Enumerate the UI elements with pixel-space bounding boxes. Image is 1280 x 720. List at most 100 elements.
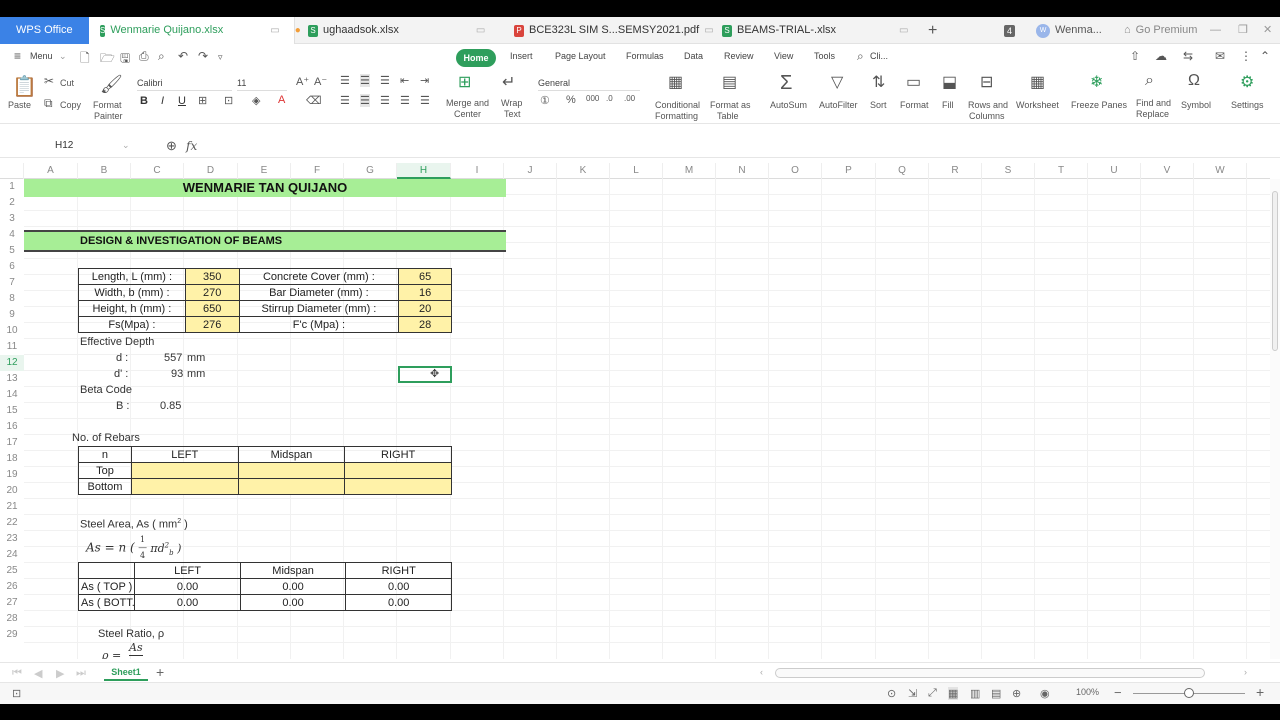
wrap-label-2[interactable]: Text	[504, 109, 521, 120]
page-layout-view-icon[interactable]: ▥	[970, 687, 980, 700]
increase-font-icon[interactable]: A⁺	[296, 75, 309, 88]
column-header[interactable]: L	[610, 163, 663, 179]
rows-columns-label-2[interactable]: Columns	[969, 111, 1005, 122]
collapse-ribbon-icon[interactable]: ⌃	[1260, 49, 1270, 63]
find-replace-label-1[interactable]: Find and	[1136, 98, 1171, 109]
search-box[interactable]: Cli...	[870, 51, 888, 61]
search-icon[interactable]: ⌕	[857, 49, 864, 64]
param-value-cell[interactable]: 28	[398, 316, 452, 333]
row-header[interactable]: 15	[0, 403, 24, 419]
row-header[interactable]: 1	[0, 179, 24, 195]
clipboard-icon[interactable]: 📋	[12, 74, 37, 99]
freeze-panes-icon[interactable]: ❄	[1090, 72, 1103, 92]
menu-button[interactable]: Menu	[30, 51, 53, 61]
formula-input[interactable]	[206, 136, 1266, 158]
as-value-cell[interactable]: 0.00	[134, 578, 241, 595]
row-header[interactable]: 18	[0, 451, 24, 467]
page-break-view-icon[interactable]: ▤	[991, 687, 1001, 700]
settings-icon[interactable]: ⚙	[1240, 72, 1254, 92]
user-account[interactable]: W Wenma...	[1036, 17, 1102, 44]
font-size-select[interactable]: 11	[237, 75, 287, 91]
align-top-icon[interactable]: ☰	[340, 74, 350, 87]
tab-count-badge[interactable]: 4	[1004, 17, 1016, 44]
autofilter-button[interactable]: AutoFilter	[819, 100, 858, 111]
row-header[interactable]: 14	[0, 387, 24, 403]
print-icon[interactable]: ⎙	[139, 49, 149, 64]
open-folder-icon[interactable]: 🗁	[100, 49, 115, 70]
scroll-left-icon[interactable]: ‹	[760, 667, 763, 677]
tab-view[interactable]: View	[774, 51, 793, 61]
worksheet-button[interactable]: Worksheet	[1016, 100, 1059, 111]
selected-cell-h12[interactable]: ✥	[398, 366, 452, 383]
align-center-icon[interactable]: ☰	[360, 94, 370, 107]
rows-columns-label-1[interactable]: Rows and	[968, 100, 1008, 111]
param-value-cell[interactable]: 270	[184, 284, 240, 301]
tab-page-layout[interactable]: Page Layout	[555, 51, 606, 61]
rebar-input-cell[interactable]	[130, 462, 239, 479]
column-header[interactable]: V	[1141, 163, 1194, 179]
column-header[interactable]: F	[291, 163, 344, 179]
last-sheet-icon[interactable]: ⏭	[76, 667, 86, 680]
row-header[interactable]: 26	[0, 579, 24, 595]
align-right-icon[interactable]: ☰	[380, 94, 390, 107]
fill-color-icon[interactable]: ◈	[252, 94, 260, 107]
beta-value[interactable]: 0.85	[160, 398, 181, 414]
fill-icon[interactable]: ⬓	[942, 72, 957, 92]
spreadsheet-grid[interactable]: WENMARIE TAN QUIJANO DESIGN & INVESTIGAT…	[24, 179, 1270, 659]
clear-format-icon[interactable]: ⌫	[306, 94, 322, 107]
percent-icon[interactable]: %	[566, 94, 576, 106]
format-painter-icon[interactable]: 🖌	[100, 74, 123, 95]
macro-icon[interactable]: ⊡	[12, 687, 21, 700]
name-box[interactable]: H12	[55, 140, 73, 151]
new-tab-button[interactable]: +	[928, 17, 937, 44]
symbol-icon[interactable]: Ω	[1188, 72, 1200, 90]
underline-icon[interactable]: U	[178, 95, 186, 107]
merge-border-icon[interactable]: ⊡	[224, 94, 233, 107]
param-value-cell[interactable]: 276	[184, 316, 240, 333]
row-header[interactable]: 6	[0, 259, 24, 275]
next-sheet-icon[interactable]: ▶	[56, 667, 64, 680]
horizontal-scrollbar[interactable]	[775, 668, 1205, 678]
normal-view-icon[interactable]: ▦	[948, 687, 959, 700]
d-value[interactable]: 557	[164, 350, 182, 366]
row-header[interactable]: 8	[0, 291, 24, 307]
tab-bce323l-pdf[interactable]: P BCE323L SIM S...SEMSY2021.pdf ▭	[514, 17, 714, 44]
merge-center-icon[interactable]: ⊞	[458, 72, 471, 92]
wrap-text-icon[interactable]: ↵	[502, 72, 515, 92]
vertical-scrollbar[interactable]	[1270, 179, 1280, 659]
italic-icon[interactable]: I	[161, 95, 164, 107]
tab-review[interactable]: Review	[724, 51, 754, 61]
monitor-icon[interactable]: ▭	[899, 17, 908, 44]
font-color-icon[interactable]: A	[278, 94, 285, 106]
undo-icon[interactable]: ↶	[178, 49, 188, 63]
scissors-icon[interactable]: ✂	[44, 74, 54, 88]
column-header[interactable]: G	[344, 163, 397, 179]
borders-icon[interactable]: ⊞	[198, 94, 207, 107]
param-value-cell[interactable]: 65	[398, 268, 452, 285]
close-window-button[interactable]: ✕	[1263, 17, 1272, 44]
conditional-label-1[interactable]: Conditional	[655, 100, 700, 111]
row-header[interactable]: 21	[0, 499, 24, 515]
conditional-formatting-icon[interactable]: ▦	[668, 72, 683, 92]
rows-columns-icon[interactable]: ⊟	[980, 72, 993, 92]
row-header[interactable]: 22	[0, 515, 24, 531]
as-value-cell[interactable]: 0.00	[134, 594, 241, 611]
column-header[interactable]: J	[504, 163, 557, 179]
wrap-label-1[interactable]: Wrap	[501, 98, 522, 109]
comment-icon[interactable]: ✉	[1215, 49, 1225, 63]
fx-icon[interactable]: fx	[186, 139, 197, 153]
column-header[interactable]: P	[822, 163, 876, 179]
dprime-value[interactable]: 93	[171, 366, 183, 382]
row-header[interactable]: 20	[0, 483, 24, 499]
prev-sheet-icon[interactable]: ◀	[34, 667, 42, 680]
autofilter-icon[interactable]: ▽	[831, 72, 843, 92]
monitor-icon[interactable]: ▭	[270, 17, 279, 44]
rebar-input-cell[interactable]	[237, 462, 346, 479]
zoom-out-icon[interactable]: −	[1114, 685, 1122, 700]
merge-center-label-2[interactable]: Center	[454, 109, 481, 120]
copy-button[interactable]: Copy	[60, 100, 81, 111]
tab-ughaadsok[interactable]: S ughaadsok.xlsx ▭	[308, 17, 485, 44]
save-icon[interactable]: 🖫	[120, 49, 130, 70]
column-header[interactable]: M	[663, 163, 716, 179]
autosum-button[interactable]: AutoSum	[770, 100, 807, 111]
